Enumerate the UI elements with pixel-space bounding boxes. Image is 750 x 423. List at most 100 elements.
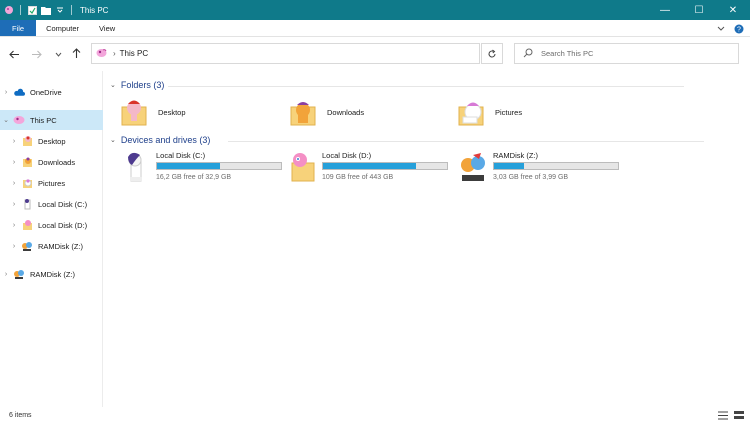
details-view-icon[interactable] [718,410,728,420]
sidebar-item-label: Desktop [38,136,66,146]
sidebar-item-label: Pictures [38,178,66,188]
drive-usage-fill [323,163,416,169]
expand-chevron-icon[interactable]: › [10,180,18,187]
onedrive-icon [13,86,25,98]
folder-downloads[interactable]: Downloads [289,97,364,127]
downloads-folder-icon [21,156,33,168]
drive-ramdisk-z[interactable]: RAMDisk (Z:) 3,03 GB free of 3,99 GB [459,151,619,183]
drive-info: RAMDisk (Z:) 3,03 GB free of 3,99 GB [493,151,619,183]
recent-locations-button[interactable] [52,48,64,60]
expand-chevron-icon[interactable]: › [10,243,18,250]
search-input[interactable]: Search This PC [541,49,593,58]
sidebar-item-label: Local Disk (C:) [38,199,88,209]
drive-d-icon [288,151,316,183]
sidebar-item-label: RAMDisk (Z:) [38,241,83,251]
up-arrow-icon [72,47,80,58]
sidebar-item-pictures[interactable]: › Pictures [0,173,103,193]
refresh-button[interactable] [481,43,503,64]
drive-c-icon [122,151,150,183]
drive-usage-bar [156,162,282,170]
expand-ribbon-icon[interactable] [716,24,726,34]
tab-computer[interactable]: Computer [36,20,89,36]
folders-group-header[interactable]: ⌄ Folders (3) [110,80,746,90]
desktop-folder-icon [21,135,33,147]
minimize-button[interactable]: — [648,0,682,20]
content-pane: ⌄ Folders (3) Desktop Downloads Pictures… [104,71,750,407]
sidebar-item-label: Downloads [38,157,76,167]
drive-usage-bar [322,162,448,170]
expand-chevron-icon[interactable]: › [10,201,18,208]
desktop-folder-icon [120,97,148,127]
customize-qat-icon[interactable] [55,5,65,15]
back-arrow-icon [8,50,19,58]
chevron-down-icon [55,52,61,57]
drive-local-disk-c[interactable]: Local Disk (C:) 16,2 GB free of 32,9 GB [122,151,282,183]
app-pony-icon[interactable] [4,5,14,15]
chevron-down-icon[interactable]: ⌄ [110,81,116,89]
sidebar-item-desktop[interactable]: › Desktop [0,131,103,151]
this-pc-icon [13,114,25,126]
folders-group-title: Folders (3) [120,80,165,90]
sidebar-item-ramdisk-network[interactable]: › RAMDisk (Z:) [0,264,103,284]
search-box[interactable]: Search This PC [514,43,739,64]
pictures-folder-icon [21,177,33,189]
qat-separator [20,5,21,15]
drive-info: Local Disk (D:) 109 GB free of 443 GB [322,151,448,183]
expand-chevron-icon[interactable]: › [2,89,10,96]
group-divider [228,141,704,142]
breadcrumb-this-pc[interactable]: This PC [120,49,148,58]
close-button[interactable]: ✕ [716,0,750,20]
forward-button[interactable] [30,48,42,60]
expand-chevron-icon[interactable]: › [10,222,18,229]
sidebar-item-label: Local Disk (D:) [38,220,88,230]
ribbon-tabs: File Computer View ? [0,20,750,37]
qat-separator [71,5,72,15]
folder-label: Desktop [158,107,186,117]
sidebar-item-local-disk-c[interactable]: › Local Disk (C:) [0,194,103,214]
help-icon[interactable]: ? [734,24,744,34]
collapse-chevron-icon[interactable]: ⌄ [2,116,10,124]
drive-z-icon [21,240,33,252]
back-button[interactable] [8,48,20,60]
sidebar-item-label: RAMDisk (Z:) [30,269,75,279]
properties-icon[interactable] [27,5,37,15]
tab-view[interactable]: View [89,20,125,36]
expand-chevron-icon[interactable]: › [10,159,18,166]
refresh-icon [488,49,496,57]
breadcrumb-separator[interactable]: › [113,49,116,58]
drive-label: RAMDisk (Z:) [493,151,538,160]
ramdisk-network-icon [13,268,25,280]
new-folder-icon[interactable] [41,5,51,15]
drive-local-disk-d[interactable]: Local Disk (D:) 109 GB free of 443 GB [288,151,448,183]
address-bar[interactable]: › This PC [91,43,480,64]
forward-arrow-icon [31,50,42,58]
drive-label: Local Disk (D:) [322,151,372,160]
svg-text:?: ? [737,26,741,33]
sidebar-item-local-disk-d[interactable]: › Local Disk (D:) [0,215,103,235]
drive-free-space: 109 GB free of 443 GB [322,174,394,181]
window-title: This PC [80,5,109,15]
tab-file[interactable]: File [0,20,37,36]
sidebar-item-onedrive[interactable]: › OneDrive [0,82,103,102]
chevron-down-icon[interactable]: ⌄ [110,136,116,144]
up-button[interactable] [70,47,82,59]
sidebar-item-ramdisk-z[interactable]: › RAMDisk (Z:) [0,236,103,256]
expand-chevron-icon[interactable]: › [2,271,10,278]
large-icons-view-icon[interactable] [734,410,744,420]
folder-label: Pictures [495,107,523,117]
expand-chevron-icon[interactable]: › [10,138,18,145]
this-pc-icon [96,48,107,60]
sidebar-item-this-pc[interactable]: ⌄ This PC [0,110,103,130]
sidebar-item-label: OneDrive [30,87,62,97]
maximize-button[interactable]: ☐ [682,0,716,20]
drive-z-icon [459,151,487,183]
item-count: 6 items [9,411,32,419]
drive-free-space: 16,2 GB free of 32,9 GB [156,174,232,181]
folder-desktop[interactable]: Desktop [120,97,186,127]
pictures-folder-icon [457,97,485,127]
view-switcher [718,410,744,420]
devices-group-header[interactable]: ⌄ Devices and drives (3) [110,135,746,145]
sidebar-item-downloads[interactable]: › Downloads [0,152,103,172]
folder-pictures[interactable]: Pictures [457,97,522,127]
quick-access-toolbar [0,5,74,15]
